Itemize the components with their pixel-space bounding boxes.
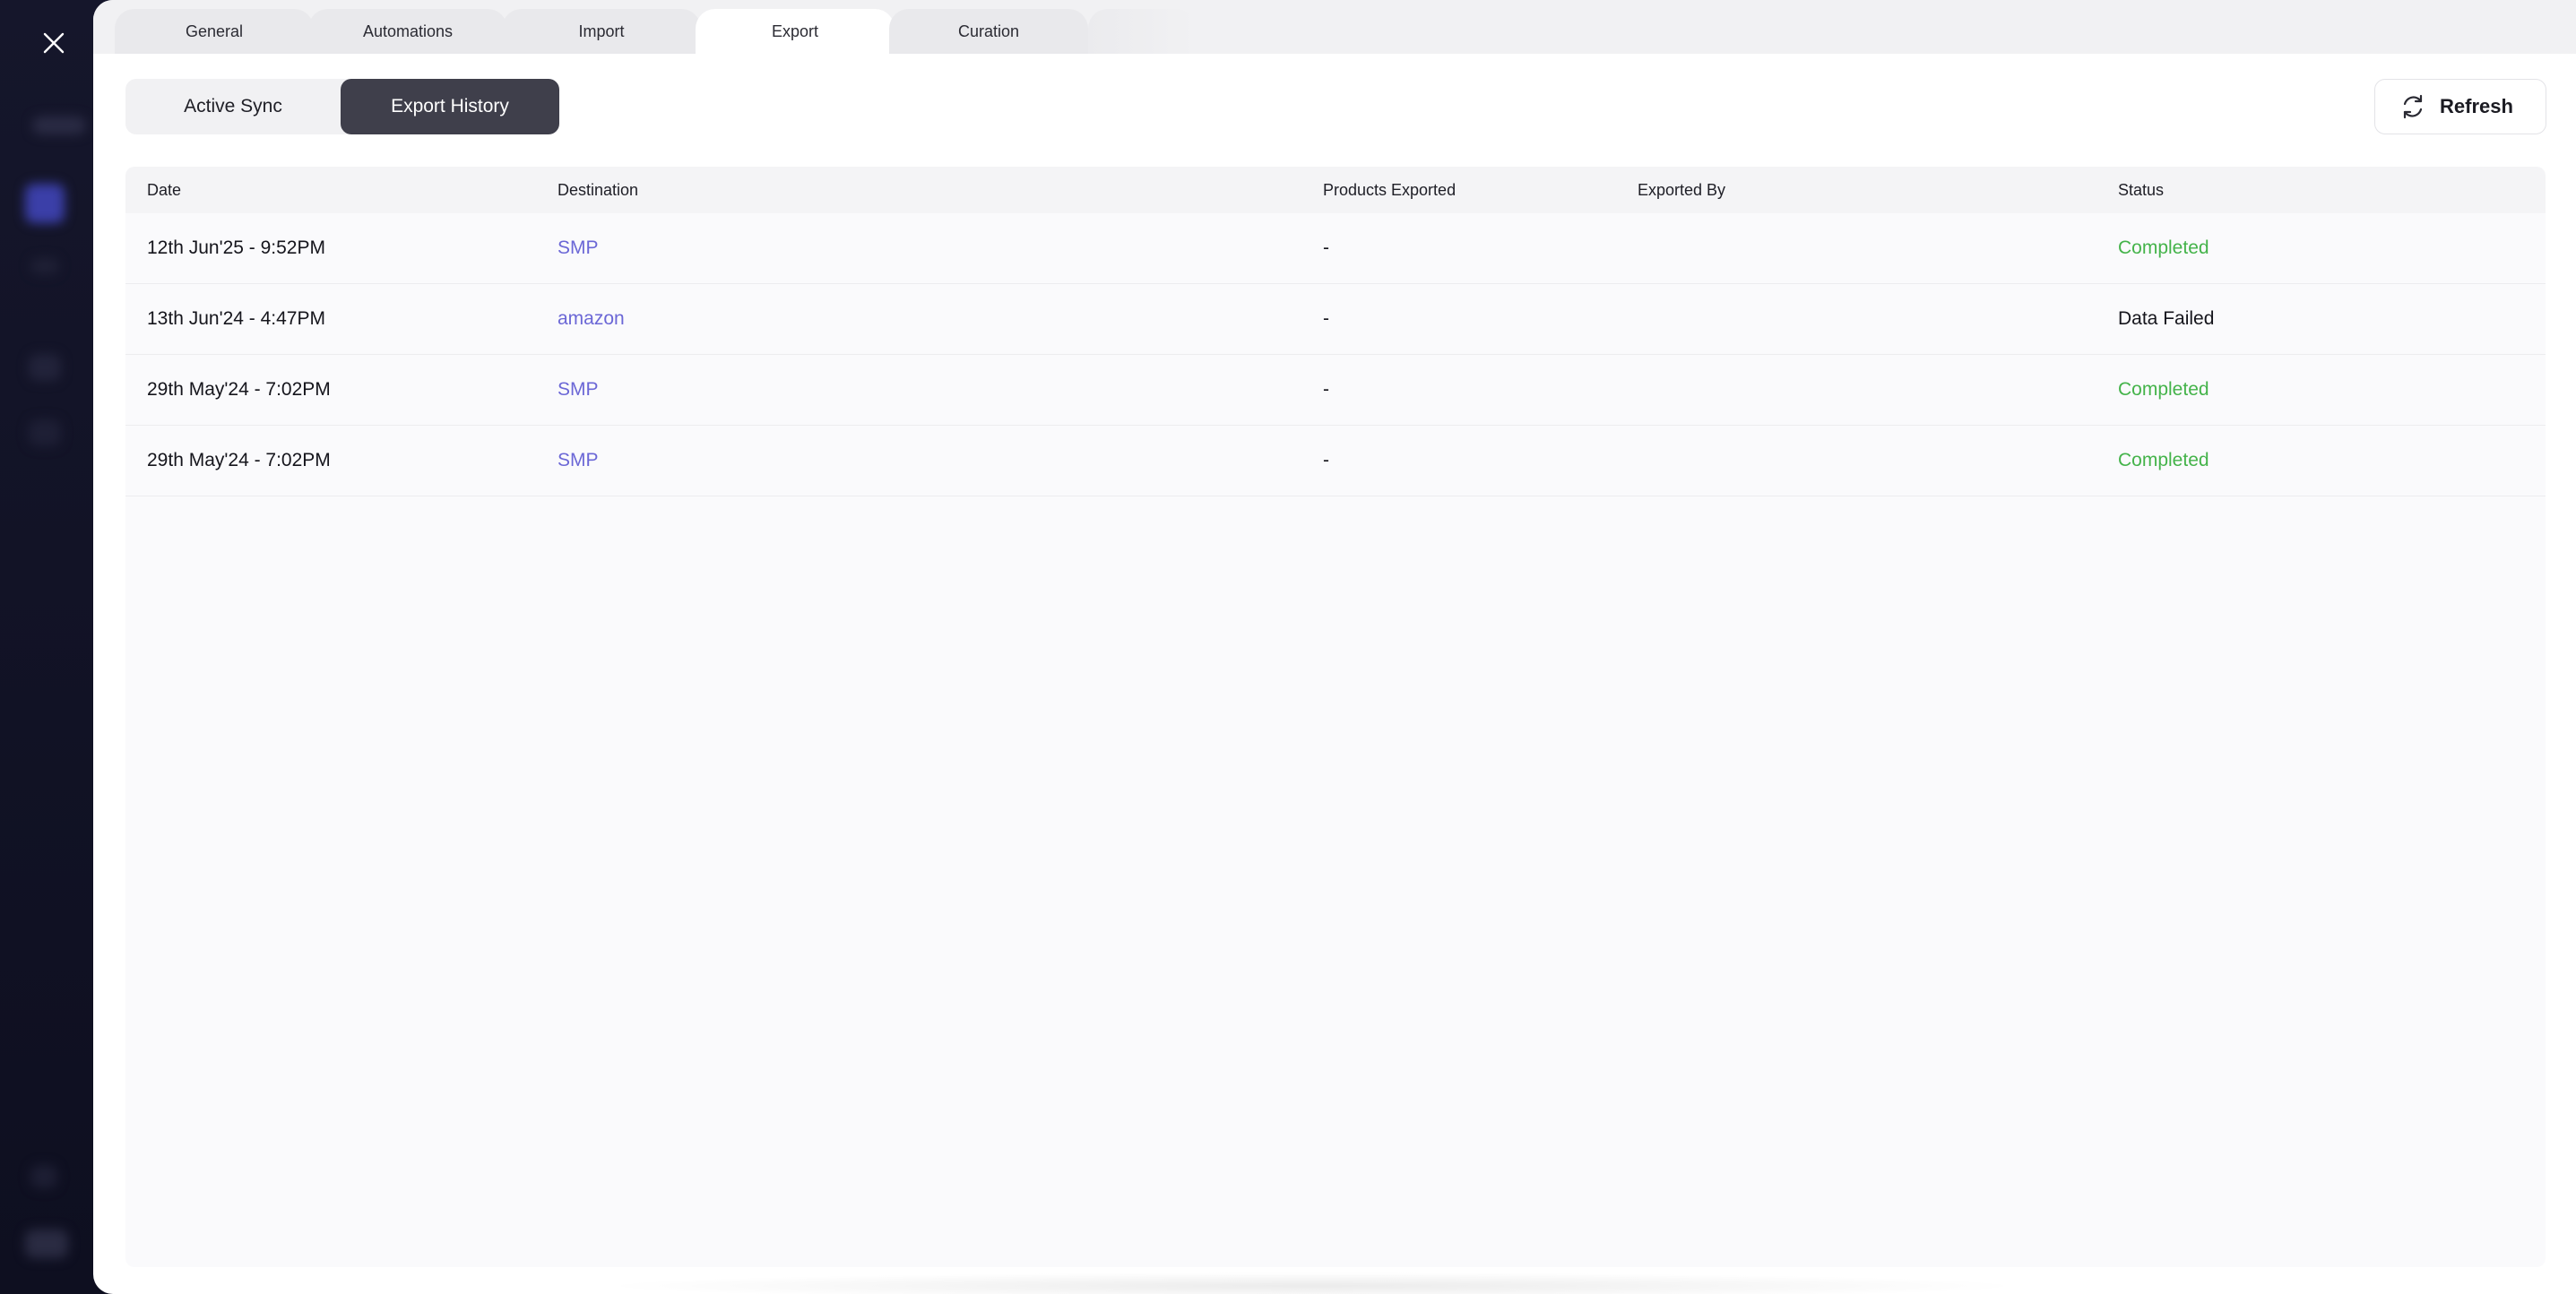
cell-date: 29th May'24 - 7:02PM (147, 379, 331, 400)
header-exported-by[interactable]: Exported By (1638, 167, 1725, 213)
table-row[interactable]: 12th Jun'25 - 9:52PM SMP - Completed (125, 213, 2546, 284)
tab-import[interactable]: Import (502, 9, 701, 54)
cell-status: Completed (2118, 237, 2209, 258)
blurred-avatar (25, 1229, 68, 1258)
blurred-nav-icon (29, 419, 61, 446)
cell-destination-link[interactable]: SMP (558, 426, 599, 496)
header-status[interactable]: Status (2118, 167, 2164, 213)
refresh-icon (2403, 94, 2423, 119)
close-icon (43, 32, 65, 54)
table-row[interactable]: 29th May'24 - 7:02PM SMP - Completed (125, 355, 2546, 426)
tab-automations[interactable]: Automations (308, 9, 507, 54)
table-header: Date Destination Products Exported Expor… (125, 167, 2546, 213)
export-history-button[interactable]: Export History (341, 79, 559, 134)
header-destination[interactable]: Destination (558, 167, 638, 213)
cell-products-exported: - (1323, 379, 1329, 400)
cell-destination-link[interactable]: SMP (558, 355, 599, 425)
cell-products-exported: - (1323, 450, 1329, 470)
tab-bar-fade (1088, 9, 1196, 54)
tab-curation[interactable]: Curation (889, 9, 1088, 54)
export-history-table: Date Destination Products Exported Expor… (125, 167, 2546, 1267)
cell-status: Completed (2118, 379, 2209, 400)
blurred-nav-icon (25, 184, 65, 223)
cell-destination-link[interactable]: SMP (558, 213, 599, 283)
table-row[interactable]: 13th Jun'24 - 4:47PM amazon - Data Faile… (125, 284, 2546, 355)
cell-date: 12th Jun'25 - 9:52PM (147, 237, 325, 258)
close-button[interactable] (34, 23, 73, 63)
refresh-label: Refresh (2440, 95, 2513, 117)
cell-date: 29th May'24 - 7:02PM (147, 450, 331, 470)
blurred-nav-icon (30, 258, 59, 274)
cell-destination-link[interactable]: amazon (558, 284, 625, 354)
header-products-exported[interactable]: Products Exported (1323, 167, 1456, 213)
table-row[interactable]: 29th May'24 - 7:02PM SMP - Completed (125, 426, 2546, 496)
cell-status: Data Failed (2118, 308, 2215, 329)
tab-export[interactable]: Export (696, 9, 895, 54)
active-sync-button[interactable]: Active Sync (125, 79, 341, 134)
cell-date: 13th Jun'24 - 4:47PM (147, 308, 325, 329)
settings-modal: General Automations Import Export Curati… (93, 0, 2576, 1294)
cell-products-exported: - (1323, 237, 1329, 258)
blurred-logo (32, 116, 86, 134)
cell-status: Completed (2118, 450, 2209, 470)
tab-bar: General Automations Import Export Curati… (93, 0, 2576, 54)
sync-view-toggle: Active Sync Export History (125, 79, 559, 134)
blurred-nav-icon (29, 354, 61, 381)
header-date[interactable]: Date (147, 167, 181, 213)
blurred-nav-icon (30, 1165, 57, 1188)
tab-general[interactable]: General (115, 9, 314, 54)
bottom-shadow (595, 1272, 2029, 1294)
refresh-button[interactable]: Refresh (2374, 79, 2546, 134)
cell-products-exported: - (1323, 308, 1329, 329)
